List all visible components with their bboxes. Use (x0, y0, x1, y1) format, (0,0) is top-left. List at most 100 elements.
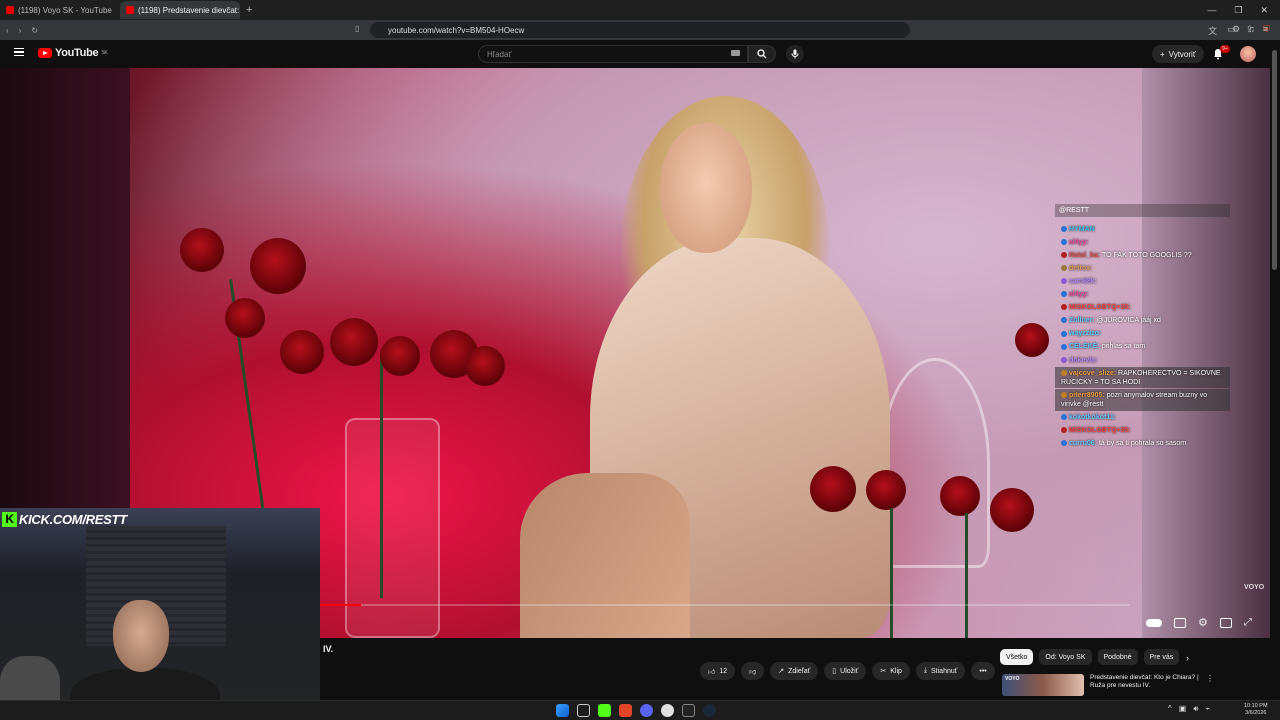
recommended-thumbnail[interactable]: VOYO (1002, 674, 1084, 696)
chip-related[interactable]: Podobné (1097, 649, 1138, 665)
chat-badge-icon (1061, 369, 1067, 376)
kick-overlay: K KICK.COM/RESTT (2, 511, 127, 527)
capcut-icon[interactable] (682, 704, 695, 717)
avatar[interactable] (1240, 46, 1256, 62)
scrollbar-thumb[interactable] (1272, 50, 1277, 270)
kick-app-icon[interactable] (598, 704, 611, 717)
url-field[interactable]: youtube.com/watch?v=BM504-HOecw (370, 22, 910, 38)
browser-tab-2[interactable]: (1198) Predstavenie dievčat: K ✕ (120, 1, 240, 19)
rose (225, 298, 265, 338)
video-title: IV. (323, 644, 334, 654)
forward-icon[interactable]: › (19, 26, 22, 35)
save-button[interactable]: ▯ Uložiť (824, 662, 867, 680)
clock-date: 3/6/2026 (1245, 710, 1267, 717)
subtitles-icon[interactable] (1174, 617, 1186, 628)
more-actions-button[interactable]: ••• (971, 662, 995, 680)
start-icon[interactable] (556, 704, 569, 717)
clock-time: 10:10 PM (1244, 703, 1268, 709)
rose-stem (890, 508, 893, 638)
chip-all[interactable]: Všetko (1000, 649, 1034, 665)
extensions-icon[interactable]: ⚙ (1232, 24, 1240, 35)
browser-menu-icon[interactable]: ≡ (1263, 24, 1268, 35)
logo-text: YouTube (55, 47, 99, 59)
browser-right-icons: ⚙ ♫ ≡ (1232, 24, 1268, 35)
chat-username: Natal_ka: (1069, 251, 1101, 259)
chrome-icon[interactable] (661, 704, 674, 717)
youtube-logo[interactable]: YouTube SK (38, 47, 108, 59)
page-scrollbar[interactable] (1270, 40, 1280, 700)
translate-icon[interactable]: 文 (1208, 24, 1217, 37)
rose (1015, 323, 1049, 357)
minimize-icon[interactable]: — (1207, 5, 1216, 16)
chat-username: piterr8905: (1069, 391, 1105, 399)
volume-icon[interactable]: 🔊︎ (1193, 704, 1198, 714)
brave-browser-icon[interactable] (619, 704, 632, 717)
system-clock[interactable]: 10:10 PM 3/6/2026 (1244, 703, 1268, 718)
chip-from-channel[interactable]: Od: Voyo SK (1039, 649, 1092, 665)
progress-bar[interactable] (320, 604, 1130, 606)
chat-overlay: @RESTT HYMAN al4yy: Natal_ka: TO FAK TOT… (1055, 204, 1230, 451)
media-icon[interactable]: ♫ (1248, 24, 1255, 35)
bookmark-icon[interactable]: ▯ (355, 24, 359, 33)
os-taskbar: ^ ▣ 🔊︎ ⌁ 10:10 PM 3/6/2026 (0, 700, 1280, 720)
chat-username: curru06: (1069, 440, 1098, 448)
youtube-favicon-icon (6, 6, 14, 14)
search-input[interactable]: Hľadať (478, 45, 748, 63)
rose (990, 488, 1034, 532)
settings-gear-icon[interactable]: ⚙ (1198, 616, 1208, 629)
save-icon: ▯ (832, 668, 837, 675)
miniplayer-icon[interactable] (1219, 617, 1232, 628)
chip-for-you[interactable]: Pre vás (1143, 649, 1180, 665)
menu-icon[interactable] (14, 48, 24, 56)
chat-header: @RESTT (1055, 204, 1230, 218)
browser-tab-1[interactable]: (1198) Voyo SK - YouTube (0, 1, 120, 19)
chat-username: dettox: (1069, 264, 1093, 272)
chat-text: prihlas sa tam (1101, 343, 1146, 351)
rose (810, 466, 856, 512)
tab-label: (1198) Voyo SK - YouTube (18, 5, 112, 15)
chat-message: HYMAN (1055, 223, 1230, 235)
tray-chevron-icon[interactable]: ^ (1168, 704, 1172, 714)
chat-badge-icon (1061, 238, 1067, 245)
youtube-play-icon (38, 48, 52, 58)
network-icon[interactable]: ⌁ (1205, 704, 1210, 714)
download-button[interactable]: ⤓ Stiahnuť (915, 662, 966, 680)
chat-message: kokotkokot11: (1055, 412, 1230, 424)
chat-message: wayzzizo: (1055, 328, 1230, 340)
chat-username: HYMAN (1069, 225, 1095, 233)
autoplay-toggle[interactable] (1146, 618, 1162, 627)
channel-watermark[interactable]: VOYO (1244, 584, 1264, 591)
discord-icon[interactable] (640, 704, 653, 717)
url-text: youtube.com/watch?v=BM504-HOecw (388, 25, 525, 35)
search-button[interactable] (748, 45, 776, 63)
chat-badge-icon (1061, 440, 1067, 447)
keyboard-icon[interactable] (731, 50, 740, 56)
recommended-title[interactable]: Predstavenie dievčat: Kto je Chiara? | R… (1090, 674, 1200, 696)
tray-app-icon[interactable]: ▣ (1179, 704, 1187, 714)
create-button[interactable]: + Vytvoriť (1152, 45, 1204, 63)
steam-icon[interactable] (703, 704, 716, 717)
task-view-icon[interactable] (577, 704, 590, 717)
chat-message: CELEKE: prihlas sa tam (1055, 341, 1230, 353)
rose (866, 470, 906, 510)
clip-button[interactable]: ✂ Klip (872, 662, 910, 680)
dislike-button[interactable]: 👎︎ (741, 662, 765, 680)
like-button[interactable]: 👍︎ 12 (700, 662, 736, 680)
back-icon[interactable]: ‹ (6, 26, 9, 35)
chat-text: TO FAK TOTO GOOGLIS ?? (1101, 251, 1192, 259)
kebab-menu-icon[interactable]: ⋮ (1206, 674, 1214, 696)
close-window-icon[interactable]: ✕ (1260, 5, 1268, 16)
fullscreen-icon[interactable]: ⤢ (1244, 617, 1252, 628)
voice-search-button[interactable] (786, 45, 804, 63)
chevron-right-icon[interactable]: › (1186, 653, 1189, 663)
chat-message: Natal_ka: TO FAK TOTO GOOGLIS ?? (1055, 249, 1230, 261)
restore-icon[interactable]: ❐ (1234, 5, 1242, 16)
reload-icon[interactable]: ↻ (31, 26, 38, 35)
share-button[interactable]: ↗ Zdieľať (770, 662, 819, 680)
recommended-video[interactable]: VOYO Predstavenie dievčat: Kto je Chiara… (1002, 674, 1214, 696)
search-icon (757, 49, 767, 59)
chat-badge-icon (1061, 225, 1067, 232)
new-tab-button[interactable]: + (240, 4, 258, 16)
chat-message: dokevla: (1055, 354, 1230, 366)
progress-fill (320, 604, 361, 606)
